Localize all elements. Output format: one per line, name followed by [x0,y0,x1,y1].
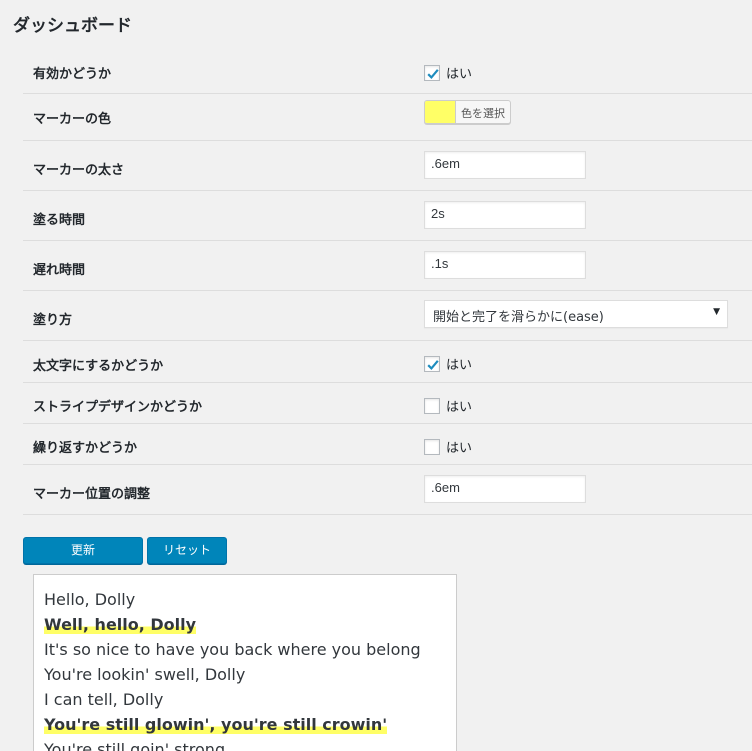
marker-thickness-control: .6em [424,151,586,179]
bold-control: はい [424,354,472,373]
stripe-checkbox[interactable] [424,397,440,414]
paint-duration-input[interactable]: 2s [424,201,586,229]
stripe-control: はい [424,396,472,415]
stripe-label: ストライプデザインかどうか [33,400,203,415]
paint-duration-label: 塗る時間 [33,213,86,228]
preview-line-marked: You're still glowin', you're still crowi… [44,715,388,734]
marker-thickness-label: マーカーの太さ [33,163,125,178]
preview-panel: Hello, Dolly Well, hello, Dolly It's so … [33,574,457,751]
preview-line: Hello, Dolly [44,590,136,609]
row-delay: 遅れ時間 .1s [23,241,752,291]
delay-control: .1s [424,251,586,279]
enabled-option-label: はい [446,67,473,82]
preview-line: It's so nice to have you back where you … [44,640,421,659]
position-label: マーカー位置の調整 [33,487,151,502]
row-easing: 塗り方 開始と完了を滑らかに(ease) ▼ [23,291,752,341]
row-repeat: 繰り返すかどうか はい [23,424,752,465]
dropdown-arrow-icon: ▼ [713,307,720,317]
paint-duration-control: 2s [424,201,586,229]
delay-label: 遅れ時間 [33,263,86,278]
row-position: マーカー位置の調整 .6em [23,465,752,515]
color-picker-button[interactable]: 色を選択 [424,100,511,124]
row-stripe: ストライプデザインかどうか はい [23,383,752,424]
preview-line: You're lookin' swell, Dolly [44,665,246,684]
easing-label: 塗り方 [33,313,73,328]
easing-control: 開始と完了を滑らかに(ease) ▼ [424,300,728,328]
bold-option-label: はい [446,358,473,373]
repeat-label: 繰り返すかどうか [33,441,138,456]
preview-line: You're still goin' strong [44,740,226,751]
delay-input[interactable]: .1s [424,251,586,279]
bold-label: 太文字にするかどうか [33,359,164,374]
row-paint-duration: 塗る時間 2s [23,191,752,241]
repeat-checkbox[interactable] [424,438,440,455]
row-enabled: 有効かどうか はい [23,48,752,94]
settings-form: 有効かどうか はい マーカーの色 色を選択 マーカーの太さ .6em 塗る時間 … [23,48,752,515]
easing-selected-value: 開始と完了を滑らかに(ease) [433,310,604,325]
position-control: .6em [424,475,586,503]
easing-select[interactable]: 開始と完了を滑らかに(ease) ▼ [424,300,728,328]
page-title: ダッシュボード [13,16,132,36]
reset-button[interactable]: リセット [147,537,227,564]
marker-color-label: マーカーの色 [33,112,112,127]
bold-checkbox[interactable] [424,355,440,372]
repeat-control: はい [424,437,472,456]
color-picker-label: 色を選択 [461,107,505,120]
row-bold: 太文字にするかどうか はい [23,341,752,383]
enabled-control: はい [424,63,472,82]
row-marker-color: マーカーの色 色を選択 [23,94,752,141]
update-button[interactable]: 更新 [23,537,143,564]
marker-thickness-input[interactable]: .6em [424,151,586,179]
enabled-checkbox[interactable] [424,64,440,81]
preview-line: I can tell, Dolly [44,690,164,709]
stripe-option-label: はい [446,400,473,415]
position-input[interactable]: .6em [424,475,586,503]
color-swatch [425,101,456,123]
repeat-option-label: はい [446,441,473,456]
marker-color-control: 色を選択 [424,100,511,124]
preview-line-marked: Well, hello, Dolly [44,615,197,634]
enabled-label: 有効かどうか [33,67,112,82]
row-marker-thickness: マーカーの太さ .6em [23,141,752,191]
